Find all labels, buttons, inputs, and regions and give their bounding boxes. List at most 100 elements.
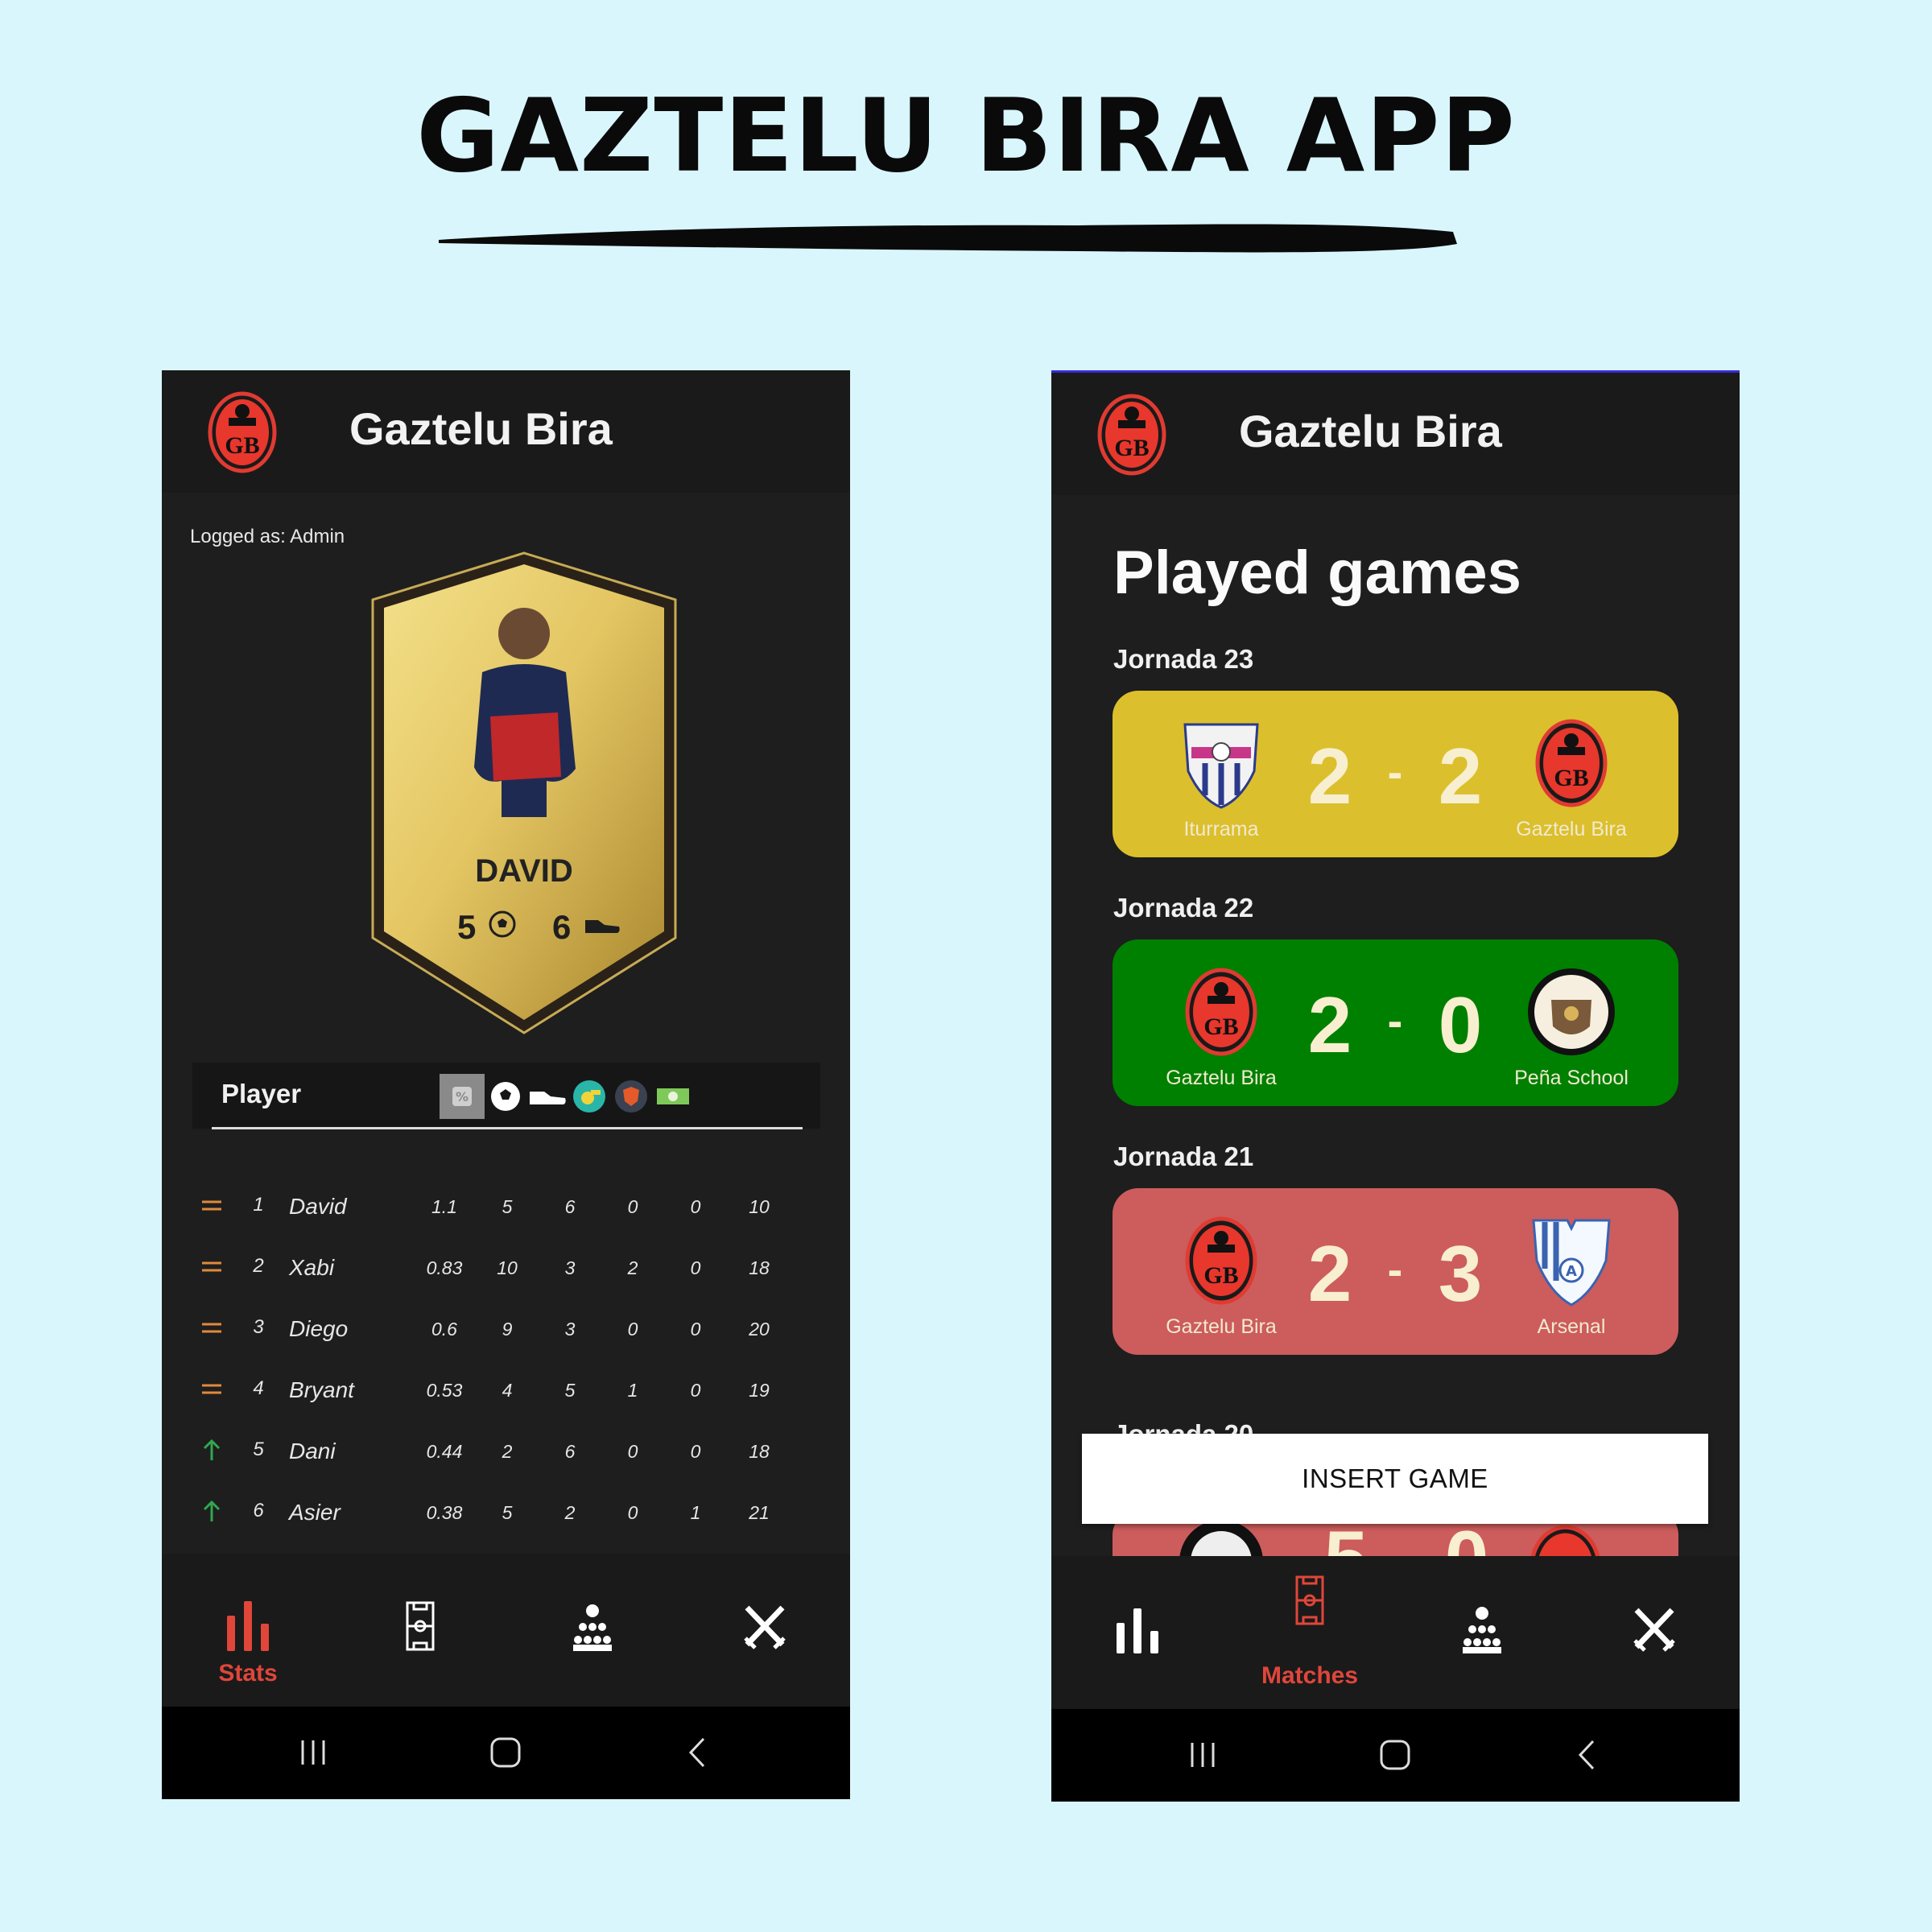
row-rank: 4 bbox=[253, 1377, 264, 1399]
row-stat-c5: 0 bbox=[690, 1441, 701, 1462]
table-row[interactable]: 1 David 1.1 5 6 0 0 10 bbox=[162, 1183, 850, 1232]
row-stat-assists: 3 bbox=[564, 1319, 576, 1340]
whistle-icon[interactable] bbox=[567, 1074, 612, 1119]
match-card[interactable]: GB Gaztelu Bira Peña School 2-0 bbox=[1113, 939, 1678, 1106]
row-stat-assists: 6 bbox=[564, 1196, 576, 1217]
row-rank: 2 bbox=[253, 1255, 264, 1277]
nav-matches[interactable] bbox=[360, 1570, 481, 1690]
brush-stroke-decoration bbox=[439, 224, 1457, 253]
row-stat-goals: 9 bbox=[502, 1319, 513, 1340]
home-score: 2 bbox=[1307, 732, 1352, 820]
shield-icon[interactable] bbox=[609, 1074, 654, 1119]
table-row[interactable]: 4 Bryant 0.53 4 5 1 0 19 bbox=[162, 1367, 850, 1415]
match-card[interactable]: GB A Gaztelu Bira Arsenal 2-3 bbox=[1113, 1188, 1678, 1355]
home-icon[interactable] bbox=[485, 1732, 526, 1773]
home-team-name: Iturrama bbox=[1183, 818, 1259, 840]
back-icon[interactable] bbox=[678, 1732, 718, 1773]
away-team-name: Peña School bbox=[1514, 1067, 1629, 1089]
nav-versus[interactable] bbox=[704, 1570, 825, 1690]
row-rank: 5 bbox=[253, 1439, 264, 1460]
nav-players[interactable] bbox=[1422, 1572, 1542, 1693]
row-stat-ratio: 1.1 bbox=[431, 1196, 457, 1217]
row-player-name: David bbox=[289, 1194, 347, 1219]
row-stat-c6: 20 bbox=[749, 1319, 770, 1340]
table-row[interactable]: 5 Dani 0.44 2 6 0 0 18 bbox=[162, 1428, 850, 1476]
row-stat-c6: 18 bbox=[749, 1441, 770, 1462]
boot-icon bbox=[585, 920, 620, 933]
row-stat-goals: 10 bbox=[497, 1257, 518, 1278]
trend-equal-icon bbox=[202, 1261, 221, 1272]
pitch-icon bbox=[1295, 1575, 1324, 1625]
row-player-name: Dani bbox=[289, 1439, 336, 1463]
svg-text:GB: GB bbox=[225, 432, 259, 459]
nav-versus[interactable] bbox=[1594, 1572, 1715, 1693]
score-separator: - bbox=[1387, 1244, 1403, 1294]
row-rank: 1 bbox=[253, 1194, 264, 1216]
player-card[interactable] bbox=[369, 551, 679, 1034]
jornada-label: Jornada 22 bbox=[1113, 893, 1254, 923]
svg-text:GB: GB bbox=[1554, 765, 1588, 791]
row-stat-c6: 21 bbox=[749, 1502, 770, 1523]
logged-as-text: Logged as: Admin bbox=[190, 526, 345, 547]
away-team-name: Gaztelu Bira bbox=[1516, 818, 1627, 840]
pitch-icon bbox=[406, 1601, 435, 1651]
row-rank: 6 bbox=[253, 1500, 264, 1521]
row-stat-assists: 5 bbox=[564, 1380, 576, 1401]
team-icon bbox=[573, 1604, 612, 1651]
nav-matches-label: Matches bbox=[1261, 1662, 1359, 1689]
away-score: 0 bbox=[1438, 980, 1483, 1069]
system-navigation-bar bbox=[1051, 1709, 1740, 1802]
insert-game-button[interactable]: INSERT GAME bbox=[1082, 1434, 1708, 1524]
arsenal-crest-icon: A bbox=[1532, 1219, 1611, 1307]
row-stat-c5: 0 bbox=[690, 1319, 701, 1340]
team-icon bbox=[1463, 1607, 1501, 1653]
row-player-name: Diego bbox=[289, 1316, 349, 1341]
home-team-name: Gaztelu Bira bbox=[1166, 1067, 1277, 1089]
table-row[interactable]: 2 Xabi 0.83 10 3 2 0 18 bbox=[162, 1245, 850, 1293]
boot-icon[interactable] bbox=[525, 1074, 570, 1119]
table-row[interactable]: 6 Asier 0.38 5 2 0 1 21 bbox=[162, 1489, 850, 1538]
ball-icon[interactable] bbox=[483, 1074, 528, 1119]
svg-text:GB: GB bbox=[1203, 1013, 1238, 1040]
ball-icon bbox=[489, 910, 516, 938]
system-navigation-bar bbox=[162, 1707, 850, 1799]
recent-apps-icon[interactable] bbox=[1183, 1735, 1223, 1775]
table-row[interactable]: 3 Diego 0.6 9 3 0 0 20 bbox=[162, 1306, 850, 1354]
svg-text:%: % bbox=[456, 1089, 469, 1104]
club-logo-icon: GB bbox=[1535, 719, 1608, 807]
recent-apps-icon[interactable] bbox=[293, 1732, 333, 1773]
match-card[interactable]: GB Iturrama Gaztelu Bira 2-2 bbox=[1113, 691, 1678, 857]
away-score: 2 bbox=[1438, 732, 1483, 820]
home-score: 2 bbox=[1307, 1229, 1352, 1318]
back-icon[interactable] bbox=[1567, 1735, 1608, 1775]
row-stat-c5: 0 bbox=[690, 1380, 701, 1401]
row-stat-ratio: 0.38 bbox=[426, 1502, 463, 1523]
jornada-label: Jornada 23 bbox=[1113, 644, 1254, 674]
row-stat-ratio: 0.83 bbox=[426, 1257, 463, 1278]
home-icon[interactable] bbox=[1375, 1735, 1415, 1775]
club-logo-icon: GB bbox=[1185, 968, 1257, 1056]
row-stat-c4: 2 bbox=[627, 1257, 638, 1278]
row-stat-c4: 0 bbox=[627, 1196, 638, 1217]
card-player-name: DAVID bbox=[475, 853, 573, 889]
cash-icon[interactable] bbox=[650, 1074, 696, 1119]
player-column-header[interactable]: Player bbox=[221, 1079, 301, 1109]
away-score: 3 bbox=[1438, 1229, 1483, 1318]
row-stat-c5: 0 bbox=[690, 1196, 701, 1217]
row-stat-assists: 6 bbox=[564, 1441, 576, 1462]
nav-stats[interactable]: Stats bbox=[188, 1570, 308, 1690]
svg-text:GB: GB bbox=[1114, 435, 1149, 461]
score-separator: - bbox=[1387, 995, 1403, 1046]
bottom-navigation: Stats bbox=[162, 1554, 850, 1707]
percent-icon[interactable]: % bbox=[440, 1074, 485, 1119]
row-stat-goals: 4 bbox=[502, 1380, 513, 1401]
row-player-name: Asier bbox=[289, 1500, 341, 1525]
app-title: Gaztelu Bira bbox=[1239, 406, 1502, 456]
nav-players[interactable] bbox=[532, 1570, 653, 1690]
row-stat-c5: 1 bbox=[690, 1502, 701, 1523]
pena-school-crest-icon bbox=[1528, 968, 1615, 1055]
nav-stats[interactable] bbox=[1077, 1572, 1198, 1693]
matches-screen: GB Gaztelu Bira Played games Jornada 23 G… bbox=[1051, 370, 1740, 1802]
trend-up-icon bbox=[203, 1500, 221, 1521]
nav-matches[interactable]: Matches bbox=[1249, 1572, 1370, 1693]
